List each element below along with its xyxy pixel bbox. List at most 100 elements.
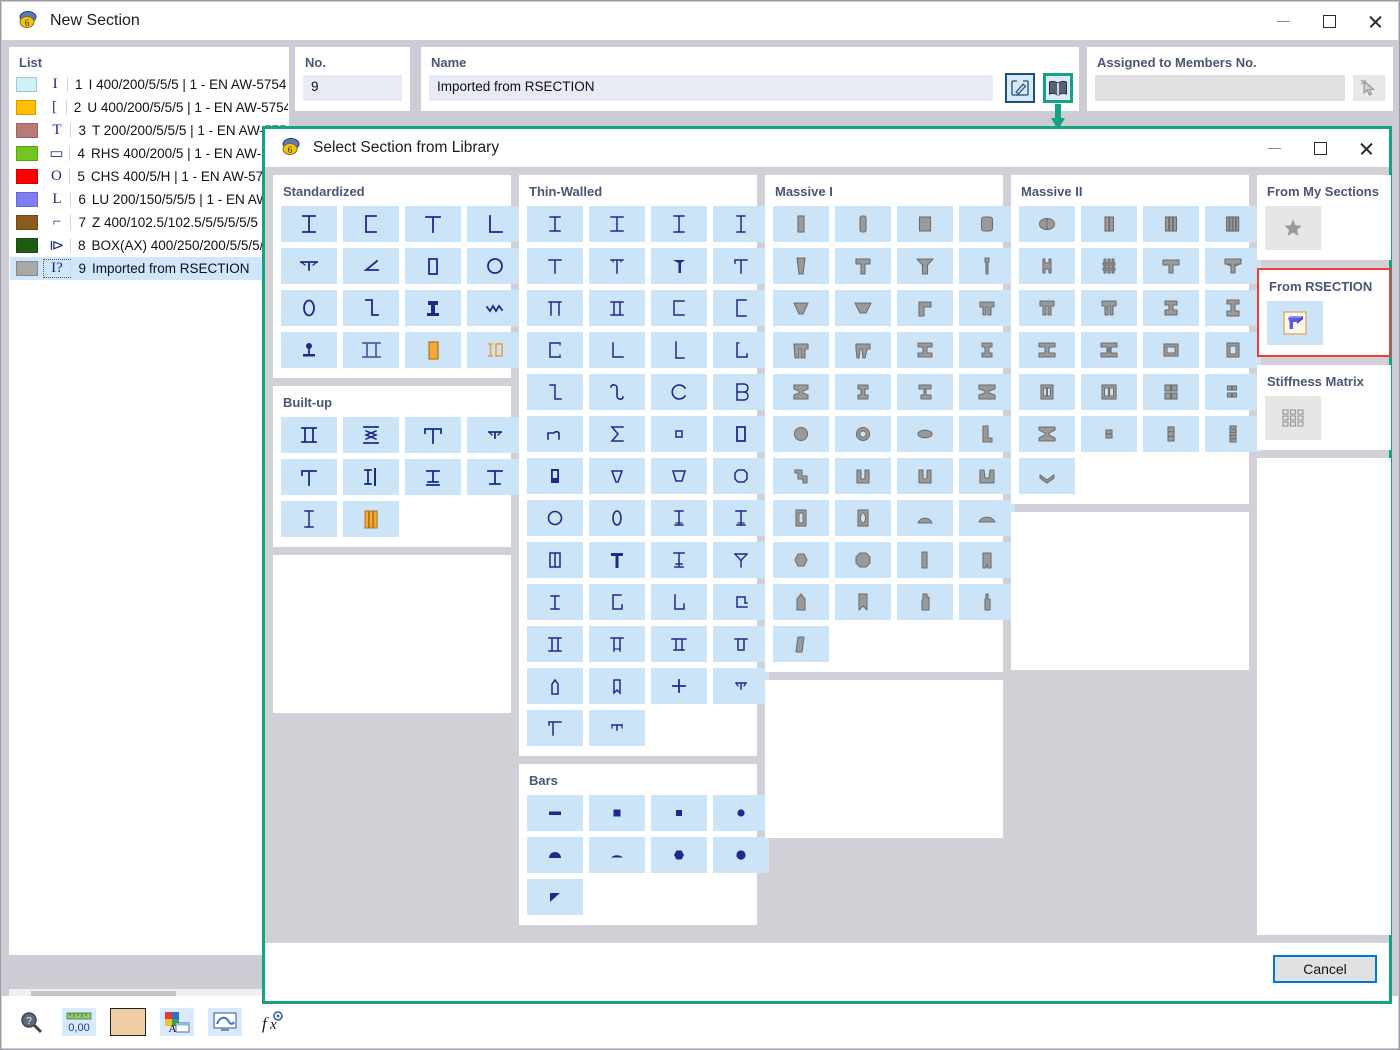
t-small-icon[interactable] bbox=[713, 668, 769, 704]
angle-slim-icon[interactable] bbox=[343, 248, 399, 284]
tee-wide-icon[interactable] bbox=[281, 248, 337, 284]
i-solid-icon[interactable] bbox=[897, 332, 953, 368]
monitor-icon[interactable] bbox=[208, 1008, 242, 1036]
rsection-import-icon[interactable] bbox=[1267, 301, 1323, 345]
bulb-flat-icon[interactable] bbox=[281, 332, 337, 368]
double-web-icon[interactable] bbox=[1081, 206, 1137, 242]
l-lipped-icon[interactable] bbox=[713, 332, 769, 368]
i-hourglass-icon[interactable] bbox=[1019, 416, 1075, 452]
six-grid-icon[interactable] bbox=[1205, 374, 1261, 410]
double-t-bar-icon[interactable] bbox=[527, 626, 583, 662]
corrugated-icon[interactable] bbox=[467, 290, 523, 326]
cross-plus-icon[interactable] bbox=[651, 668, 707, 704]
i-narrow-icon[interactable] bbox=[281, 501, 337, 537]
b-section-icon[interactable] bbox=[713, 374, 769, 410]
tee-slim-icon[interactable] bbox=[959, 248, 1015, 284]
box-double-orange-icon[interactable] bbox=[467, 332, 523, 368]
solid-rect-orange-icon[interactable] bbox=[405, 332, 461, 368]
half-dome-icon[interactable] bbox=[959, 500, 1015, 536]
z-section-icon[interactable] bbox=[343, 290, 399, 326]
barrel-split-icon[interactable] bbox=[1019, 206, 1075, 242]
list-item[interactable]: O5CHS 400/5/H | 1 - EN AW-5754 H bbox=[10, 165, 288, 188]
rect-hollow-icon[interactable] bbox=[405, 248, 461, 284]
triangle-bar-icon[interactable] bbox=[527, 879, 583, 915]
ellipse-solid-icon[interactable] bbox=[897, 416, 953, 452]
multi-web-i-icon[interactable] bbox=[1081, 248, 1137, 284]
hex-bar-icon[interactable] bbox=[651, 837, 707, 873]
i-plain-icon[interactable] bbox=[467, 459, 523, 495]
double-leg-pi-icon[interactable] bbox=[959, 290, 1015, 326]
tee-massive-icon[interactable] bbox=[1143, 248, 1199, 284]
quad-grid-icon[interactable] bbox=[1143, 374, 1199, 410]
t-with-stem-icon[interactable] bbox=[589, 626, 645, 662]
portal-frame2-icon[interactable] bbox=[1081, 290, 1137, 326]
l-block-icon[interactable] bbox=[959, 416, 1015, 452]
i-cross-icon[interactable] bbox=[651, 542, 707, 578]
t-small-cap-icon[interactable] bbox=[467, 417, 523, 453]
t-with-cap-icon[interactable] bbox=[405, 417, 461, 453]
c-round-icon[interactable] bbox=[651, 374, 707, 410]
list-item[interactable]: T3T 200/200/5/5/5 | 1 - EN AW-575 bbox=[10, 119, 288, 142]
i-section-icon[interactable] bbox=[281, 206, 337, 242]
c-corner-icon[interactable] bbox=[589, 584, 645, 620]
t-bar-hat-icon[interactable] bbox=[713, 626, 769, 662]
i-massive2-icon[interactable] bbox=[1205, 290, 1261, 326]
list-item[interactable]: ⧐8BOX(AX) 400/250/200/5/5/5/100, bbox=[10, 234, 288, 257]
box-cell-icon[interactable] bbox=[1143, 332, 1199, 368]
minimize-icon[interactable] bbox=[1260, 2, 1306, 40]
i-tall-icon[interactable] bbox=[651, 206, 707, 242]
square-tube-icon[interactable] bbox=[527, 458, 583, 494]
pi-section-icon[interactable] bbox=[527, 290, 583, 326]
t-thin-icon[interactable] bbox=[527, 248, 583, 284]
list-item[interactable]: ⌐7Z 400/102.5/102.5/5/5/5/5/5 | 1 - bbox=[10, 211, 288, 234]
close-icon[interactable] bbox=[1343, 129, 1389, 167]
u-solid-icon[interactable] bbox=[835, 458, 891, 494]
ellipse-icon[interactable] bbox=[589, 500, 645, 536]
home-shape-icon[interactable] bbox=[773, 584, 829, 620]
double-web-rect-icon[interactable] bbox=[527, 542, 583, 578]
pentagon-notch-icon[interactable] bbox=[589, 668, 645, 704]
t-tall-icon[interactable] bbox=[281, 459, 337, 495]
flat-bar-icon[interactable] bbox=[527, 795, 583, 831]
i-with-side-plate-icon[interactable] bbox=[343, 459, 399, 495]
colors-letter-icon[interactable]: A bbox=[160, 1008, 194, 1036]
rect-round-icon[interactable] bbox=[835, 206, 891, 242]
circle-icon[interactable] bbox=[527, 500, 583, 536]
double-taper-leg-icon[interactable] bbox=[835, 332, 891, 368]
v-trapezoid-icon[interactable] bbox=[589, 458, 645, 494]
t-flag-icon[interactable] bbox=[527, 710, 583, 746]
rect-tube-icon[interactable] bbox=[713, 416, 769, 452]
section-library-button[interactable] bbox=[1043, 73, 1073, 103]
box-cell2-icon[interactable] bbox=[1205, 332, 1261, 368]
step-section-icon[interactable] bbox=[713, 584, 769, 620]
list-item[interactable]: [2U 400/200/5/5/5 | 1 - EN AW-5754 H bbox=[10, 96, 288, 119]
c-lipped-icon[interactable] bbox=[527, 332, 583, 368]
round-bar-icon[interactable] bbox=[713, 795, 769, 831]
circle-solid-icon[interactable] bbox=[773, 416, 829, 452]
t-block-icon[interactable] bbox=[589, 542, 645, 578]
i-narrow-icon[interactable] bbox=[713, 206, 769, 242]
section-list[interactable]: I1I 400/200/5/5/5 | 1 - EN AW-5754 H[2U … bbox=[10, 73, 288, 909]
assigned-members-input[interactable] bbox=[1095, 75, 1345, 101]
triple-stack-icon[interactable] bbox=[1143, 416, 1199, 452]
i-wide-icon[interactable] bbox=[959, 374, 1015, 410]
hat-section-icon[interactable] bbox=[527, 416, 583, 452]
dome-icon[interactable] bbox=[897, 500, 953, 536]
name-input[interactable]: Imported from RSECTION bbox=[429, 75, 993, 101]
double-i-vertical-icon[interactable] bbox=[281, 417, 337, 453]
wedge-icon[interactable] bbox=[897, 542, 953, 578]
l-bent-icon[interactable] bbox=[651, 584, 707, 620]
tee-icon[interactable] bbox=[405, 206, 461, 242]
square-round-icon[interactable] bbox=[959, 206, 1015, 242]
octagon-icon[interactable] bbox=[713, 458, 769, 494]
i-slim-icon[interactable] bbox=[527, 584, 583, 620]
z-curved-icon[interactable] bbox=[589, 374, 645, 410]
u-flared-icon[interactable] bbox=[959, 458, 1015, 494]
i-with-base-icon[interactable] bbox=[405, 459, 461, 495]
fx-icon[interactable]: f x bbox=[256, 1008, 290, 1036]
half-round-icon[interactable] bbox=[527, 837, 583, 873]
z-solid-icon[interactable] bbox=[773, 458, 829, 494]
double-i-paired-icon[interactable] bbox=[343, 332, 399, 368]
rect-narrow-icon[interactable] bbox=[773, 206, 829, 242]
rail-section-icon[interactable] bbox=[405, 290, 461, 326]
